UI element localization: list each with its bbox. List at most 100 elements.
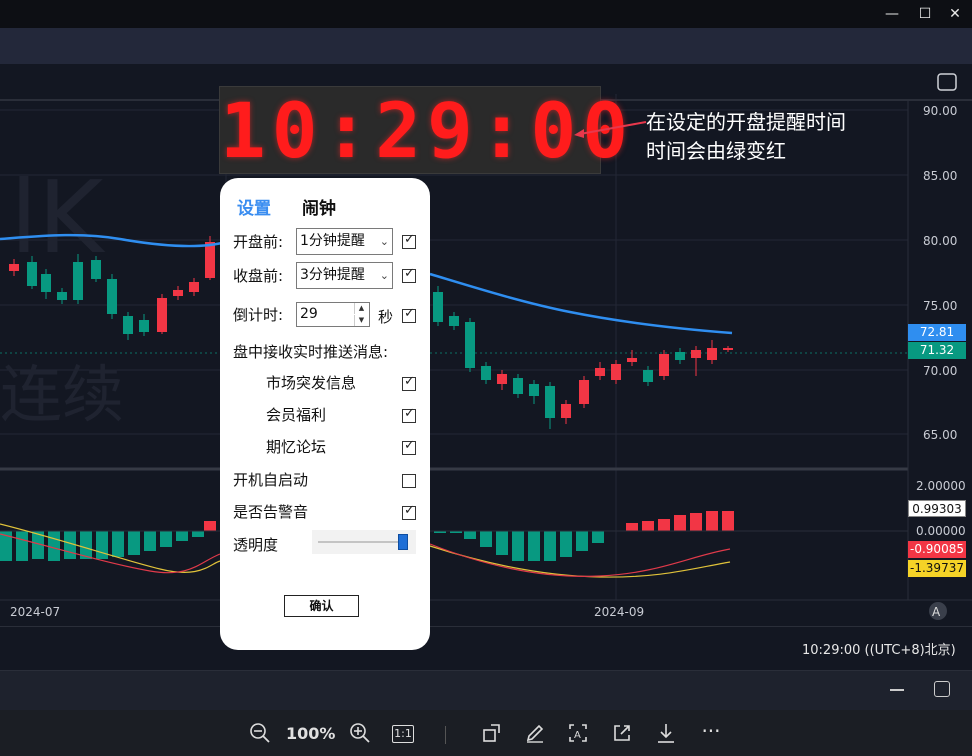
sound-label: 是否告警音 — [233, 503, 309, 521]
countdown-value: 29 — [300, 306, 318, 322]
macd-bar — [128, 531, 140, 555]
text-recognize-icon[interactable]: A — [566, 722, 590, 746]
svg-text:A: A — [574, 730, 581, 741]
clock-time: 10:29:00 — [220, 86, 635, 175]
candle-body — [513, 378, 523, 394]
candle-body — [205, 242, 215, 278]
candle-body — [691, 350, 701, 358]
zoom-in-icon[interactable] — [348, 722, 372, 746]
candle-body — [139, 320, 149, 332]
toolbar-divider — [445, 726, 446, 744]
push-item-checkbox[interactable] — [402, 438, 416, 455]
zoom-out-icon[interactable] — [248, 722, 272, 746]
push-item-checkbox[interactable] — [402, 374, 416, 391]
svg-text:0.00000: 0.00000 — [916, 524, 966, 538]
download-icon[interactable] — [654, 722, 678, 746]
macd-bar — [544, 531, 556, 561]
macd-bar — [576, 531, 588, 551]
sound-checkbox[interactable] — [402, 503, 416, 520]
candle-body — [643, 370, 653, 382]
candle-body — [9, 264, 19, 271]
candle-body — [659, 354, 669, 376]
macd-bar — [528, 531, 540, 561]
before-open-value: 1分钟提醒 — [300, 233, 365, 249]
push-item-checkbox[interactable] — [402, 406, 416, 423]
candle-body — [189, 282, 199, 292]
before-close-label: 收盘前: — [233, 267, 284, 285]
watermark-symbol: lK — [10, 159, 106, 276]
before-close-value: 3分钟提醒 — [300, 267, 365, 283]
share-icon[interactable] — [610, 722, 634, 746]
digital-clock: 10:29:00 — [219, 86, 635, 175]
spin-down-button[interactable]: ▼ — [354, 315, 368, 326]
time-tick: 2024-09 — [594, 605, 644, 619]
opacity-slider[interactable] — [312, 530, 416, 554]
before-close-select[interactable]: 3分钟提醒 ⌄ — [296, 262, 393, 289]
alarm-settings-dialog: 设置 闹钟 开盘前: 1分钟提醒 ⌄ 收盘前: 3分钟提醒 ⌄ 倒计时: 29 … — [220, 178, 430, 650]
restore-panel-icon[interactable] — [934, 681, 950, 697]
maximize-button[interactable]: ☐ — [913, 4, 937, 24]
push-item-label: 市场突发信息 — [266, 374, 357, 392]
candle-body — [107, 279, 117, 314]
spin-up-button[interactable]: ▲ — [354, 303, 368, 314]
candle-body — [27, 262, 37, 286]
macd-bar — [626, 523, 638, 531]
macd-bar — [176, 531, 188, 541]
title-bar: — ☐ ✕ — [0, 0, 972, 28]
before-open-select[interactable]: 1分钟提醒 ⌄ — [296, 228, 393, 255]
candle-body — [529, 384, 539, 396]
autostart-checkbox[interactable] — [402, 474, 416, 488]
minimize-panel-icon[interactable] — [890, 689, 904, 691]
svg-text:70.00: 70.00 — [923, 364, 957, 378]
seconds-label: 秒 — [378, 308, 394, 326]
macd-tag-c: -1.39737 — [908, 560, 966, 577]
svg-text:65.00: 65.00 — [923, 428, 957, 442]
chevron-down-icon: ⌄ — [379, 235, 389, 248]
candle-body — [627, 358, 637, 362]
image-viewer-toolbar: 100% 1:1 A ··· — [0, 710, 972, 756]
last-price-tag: 71.32 — [908, 342, 966, 359]
candle-body — [611, 364, 621, 380]
annotation-text: 在设定的开盘提醒时间 时间会由绿变红 — [646, 108, 906, 166]
candle-body — [675, 352, 685, 360]
tab-settings[interactable]: 设置 — [237, 194, 271, 219]
watermark-text: 连续 — [0, 358, 124, 431]
macd-tag-b: -0.90085 — [908, 541, 966, 558]
close-button[interactable]: ✕ — [943, 4, 967, 24]
candle-body — [123, 316, 133, 334]
opacity-label: 透明度 — [233, 536, 279, 554]
bottom-strip — [0, 670, 972, 710]
confirm-button[interactable]: 确认 — [284, 595, 359, 617]
slider-thumb[interactable] — [398, 534, 408, 550]
macd-tag-a: 0.99303 — [908, 500, 966, 517]
zoom-level: 100% — [286, 724, 336, 743]
rotate-icon[interactable] — [480, 722, 504, 746]
slider-track — [318, 541, 406, 543]
more-icon[interactable]: ··· — [698, 721, 724, 746]
candle-body — [157, 298, 167, 332]
macd-bar — [722, 511, 734, 531]
svg-text:85.00: 85.00 — [923, 169, 957, 183]
macd-bar — [480, 531, 492, 547]
push-item-label: 会员福利 — [266, 406, 327, 424]
tab-alarm[interactable]: 闹钟 — [302, 194, 336, 219]
macd-bar — [112, 531, 124, 557]
candle-body — [497, 374, 507, 384]
before-open-label: 开盘前: — [233, 233, 284, 251]
countdown-checkbox[interactable] — [402, 306, 416, 323]
edit-pen-icon[interactable] — [523, 722, 547, 746]
macd-bar — [642, 521, 654, 531]
before-close-checkbox[interactable] — [402, 266, 416, 283]
auto-scale-label: A — [932, 605, 941, 619]
candle-body — [433, 292, 443, 322]
macd-bar — [674, 515, 686, 531]
minimize-button[interactable]: — — [880, 4, 904, 24]
fullscreen-icon[interactable] — [937, 73, 957, 91]
before-open-checkbox[interactable] — [402, 232, 416, 249]
svg-text:90.00: 90.00 — [923, 104, 957, 118]
macd-bar — [512, 531, 524, 561]
candle-body — [545, 386, 555, 418]
svg-text:80.00: 80.00 — [923, 234, 957, 248]
candle-body — [91, 260, 101, 279]
actual-size-button[interactable]: 1:1 — [392, 725, 414, 743]
